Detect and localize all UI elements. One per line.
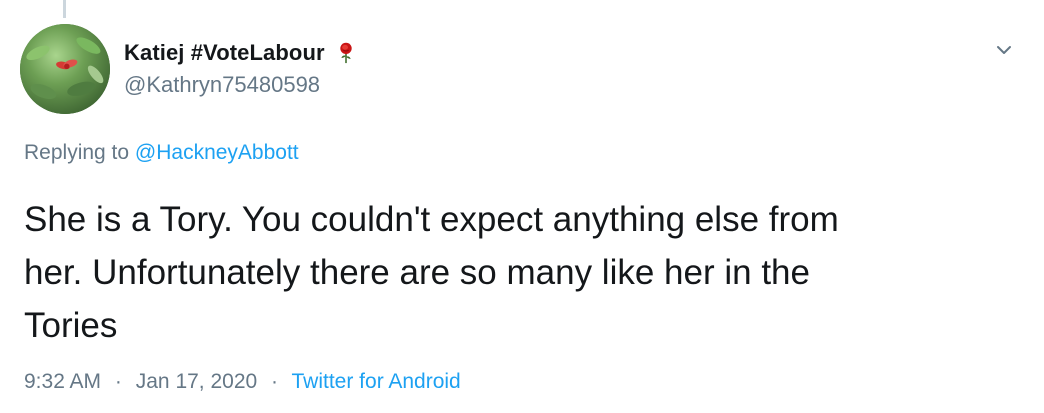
tweet-card: Katiej #VoteLabour @Kathryn75480598 Repl… xyxy=(0,0,1044,413)
tweet-line: Tories xyxy=(24,306,118,345)
tweet-line: her. Unfortunately there are so many lik… xyxy=(24,253,810,292)
rose-icon xyxy=(335,41,357,65)
display-name[interactable]: Katiej #VoteLabour xyxy=(124,40,325,66)
replying-to-label: Replying to xyxy=(24,141,130,164)
tweet-date[interactable]: Jan 17, 2020 xyxy=(136,370,257,393)
meta-separator: · xyxy=(271,370,279,393)
replying-to-line: Replying to @HackneyAbbott xyxy=(24,141,299,165)
replying-to-handle-link[interactable]: @HackneyAbbott xyxy=(135,141,299,164)
thread-connector-line xyxy=(63,0,66,18)
name-row: Katiej #VoteLabour xyxy=(124,38,357,68)
tweet-meta: 9:32 AM · Jan 17, 2020 · Twitter for And… xyxy=(24,370,461,394)
user-handle[interactable]: @Kathryn75480598 xyxy=(124,72,357,98)
meta-separator: · xyxy=(114,370,122,393)
tweet-source-link[interactable]: Twitter for Android xyxy=(292,370,461,393)
tweet-line: She is a Tory. You couldn't expect anyth… xyxy=(24,200,839,239)
tweet-text: She is a Tory. You couldn't expect anyth… xyxy=(24,193,1004,352)
user-block: Katiej #VoteLabour @Kathryn75480598 xyxy=(124,38,357,98)
chevron-down-icon[interactable] xyxy=(992,38,1016,62)
avatar[interactable] xyxy=(20,24,110,114)
tweet-time[interactable]: 9:32 AM xyxy=(24,370,101,393)
